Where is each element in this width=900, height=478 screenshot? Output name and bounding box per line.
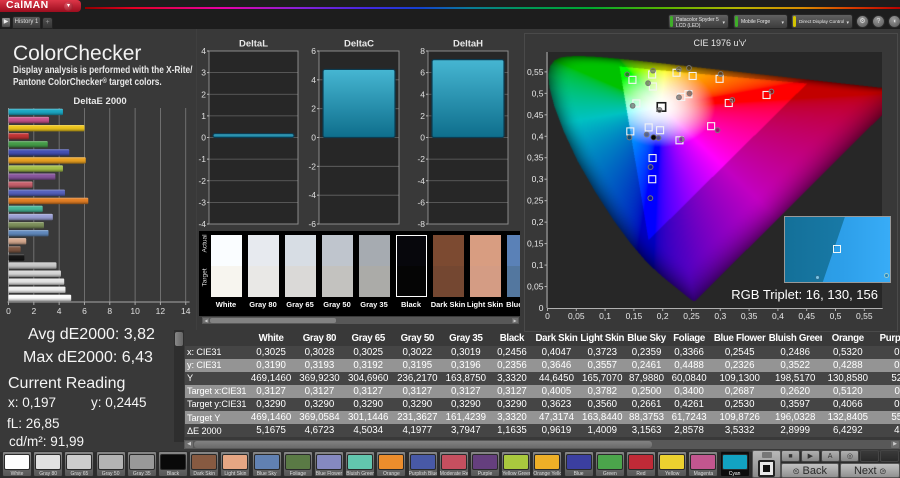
svg-text:0: 0 [311, 133, 316, 143]
svg-text:0,25: 0,25 [683, 311, 700, 321]
svg-text:0,35: 0,35 [527, 153, 544, 163]
svg-text:10: 10 [130, 306, 140, 316]
svg-text:0,5: 0,5 [830, 311, 842, 321]
svg-text:0,1: 0,1 [532, 260, 544, 270]
svg-text:-4: -4 [308, 190, 316, 200]
svg-text:6: 6 [420, 68, 425, 78]
svg-text:6: 6 [82, 306, 87, 316]
svg-text:14: 14 [181, 306, 191, 316]
svg-text:DeltaC: DeltaC [344, 39, 374, 50]
svg-text:0: 0 [6, 306, 11, 316]
svg-text:0,5: 0,5 [532, 88, 544, 98]
svg-text:1: 1 [201, 111, 206, 121]
svg-text:0,45: 0,45 [527, 110, 544, 120]
svg-text:0: 0 [545, 311, 550, 321]
svg-text:-4: -4 [198, 219, 206, 229]
svg-text:0,05: 0,05 [527, 282, 544, 292]
svg-text:-1: -1 [198, 154, 206, 164]
svg-text:0: 0 [420, 133, 425, 143]
svg-text:0,3: 0,3 [714, 311, 726, 321]
svg-text:DeltaL: DeltaL [239, 39, 268, 50]
svg-text:0,3: 0,3 [532, 174, 544, 184]
svg-text:DeltaH: DeltaH [453, 39, 483, 50]
svg-text:4: 4 [311, 75, 316, 85]
svg-text:0: 0 [539, 303, 544, 313]
svg-text:0: 0 [201, 133, 206, 143]
svg-text:-6: -6 [417, 197, 425, 207]
svg-text:0,45: 0,45 [798, 311, 815, 321]
svg-text:0,4: 0,4 [532, 131, 544, 141]
svg-text:-2: -2 [417, 154, 425, 164]
svg-text:3: 3 [201, 68, 206, 78]
svg-text:4: 4 [201, 46, 206, 56]
svg-text:2: 2 [420, 111, 425, 121]
svg-text:0,05: 0,05 [568, 311, 585, 321]
svg-text:0,15: 0,15 [527, 239, 544, 249]
svg-text:0,55: 0,55 [856, 311, 873, 321]
svg-text:-6: -6 [308, 219, 316, 229]
svg-text:2: 2 [31, 306, 36, 316]
svg-text:8: 8 [107, 306, 112, 316]
svg-text:0,1: 0,1 [599, 311, 611, 321]
svg-text:4: 4 [57, 306, 62, 316]
svg-text:-8: -8 [417, 219, 425, 229]
svg-text:0,35: 0,35 [741, 311, 758, 321]
svg-text:-2: -2 [308, 161, 316, 171]
svg-text:0,2: 0,2 [657, 311, 669, 321]
svg-text:-2: -2 [198, 176, 206, 186]
svg-text:0,15: 0,15 [626, 311, 643, 321]
svg-text:0,55: 0,55 [527, 67, 544, 77]
svg-text:0,2: 0,2 [532, 217, 544, 227]
svg-text:2: 2 [201, 89, 206, 99]
svg-text:0,25: 0,25 [527, 196, 544, 206]
svg-text:12: 12 [156, 306, 166, 316]
svg-text:6: 6 [311, 46, 316, 56]
svg-text:8: 8 [420, 46, 425, 56]
svg-text:4: 4 [420, 89, 425, 99]
svg-text:-4: -4 [417, 176, 425, 186]
svg-text:-3: -3 [198, 197, 206, 207]
svg-text:0,4: 0,4 [772, 311, 784, 321]
svg-text:2: 2 [311, 104, 316, 114]
